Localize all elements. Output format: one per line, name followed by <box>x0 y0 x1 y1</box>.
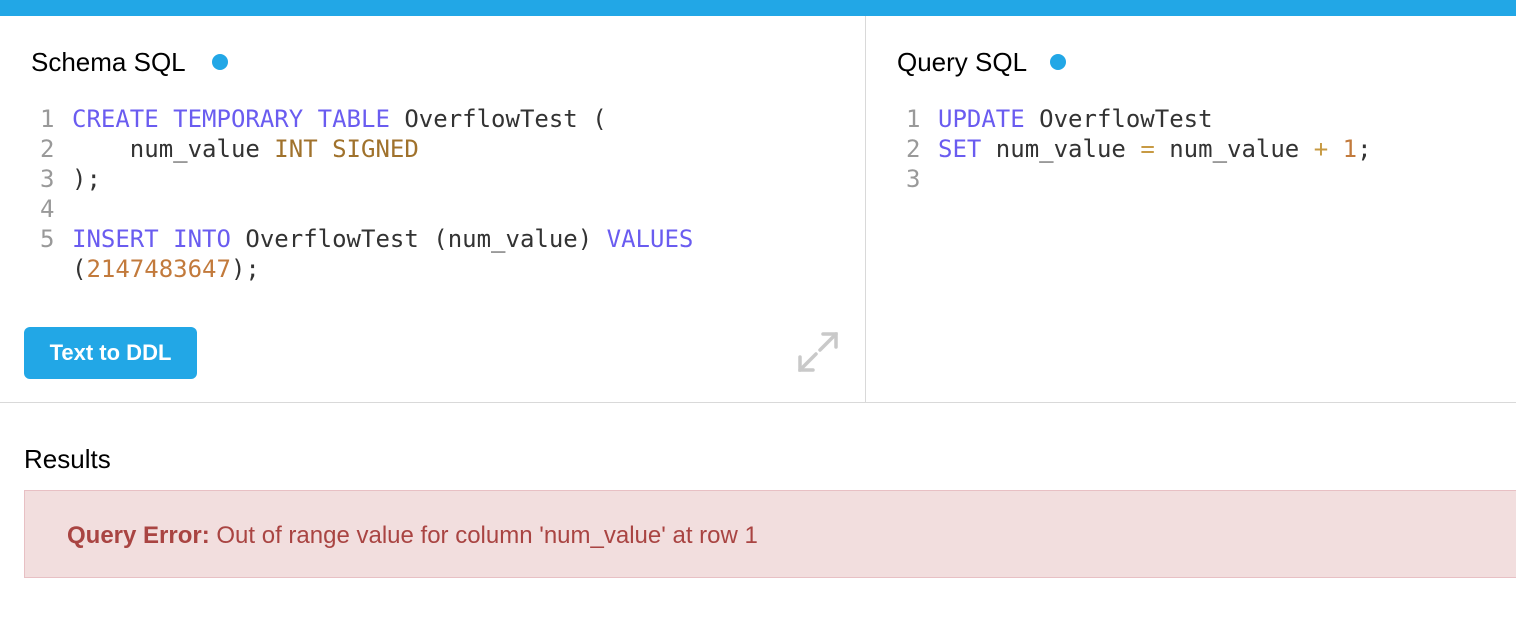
query-panel: Query SQL 1 UPDATE OverflowTest 2 SET num_… <box>866 16 1516 402</box>
error-text: Out of range value for column 'num_value… <box>216 522 758 549</box>
error-label: Query Error: <box>67 522 210 549</box>
code-line: 3); <box>40 165 101 193</box>
schema-status-dot <box>212 54 228 70</box>
code-line: 2 SET num_value = num_value + 1; <box>906 135 1372 163</box>
error-message: Query Error: Out of range value for colu… <box>67 521 758 551</box>
line-number: 4 <box>40 195 55 223</box>
text-to-ddl-button[interactable]: Text to DDL <box>24 327 197 379</box>
schema-editor[interactable]: 1 CREATE TEMPORARY TABLE OverflowTest ( 2… <box>40 104 693 284</box>
schema-title: Schema SQL <box>31 47 186 77</box>
line-number: 2 <box>906 135 921 163</box>
line-number: 1 <box>906 105 921 133</box>
error-alert: Query Error: Out of range value for colu… <box>24 490 1516 578</box>
line-number: 2 <box>40 135 55 163</box>
code-line: (2147483647); <box>72 255 260 283</box>
code-line: 5 INSERT INTO OverflowTest (num_value) VA… <box>40 225 694 253</box>
line-number: 5 <box>40 225 55 253</box>
code-line: 1 UPDATE OverflowTest <box>906 105 1213 133</box>
expand-icon[interactable] <box>796 330 840 374</box>
line-number: 3 <box>906 165 921 193</box>
code-line: 1 CREATE TEMPORARY TABLE OverflowTest ( <box>40 105 607 133</box>
line-number: 1 <box>40 105 55 133</box>
results-divider <box>0 402 1516 403</box>
query-status-dot <box>1050 54 1066 70</box>
top-bar <box>0 0 1516 16</box>
line-number: 3 <box>40 165 55 193</box>
code-line: 2 num_value INT SIGNED <box>40 135 419 163</box>
code-line: 4 <box>40 194 693 224</box>
code-line: 3 <box>906 164 1372 194</box>
schema-panel: Schema SQL 1 CREATE TEMPORARY TABLE Overf… <box>0 16 865 402</box>
results-title: Results <box>24 444 111 474</box>
query-title: Query SQL <box>897 47 1028 77</box>
query-editor[interactable]: 1 UPDATE OverflowTest 2 SET num_value = nu… <box>906 104 1372 194</box>
